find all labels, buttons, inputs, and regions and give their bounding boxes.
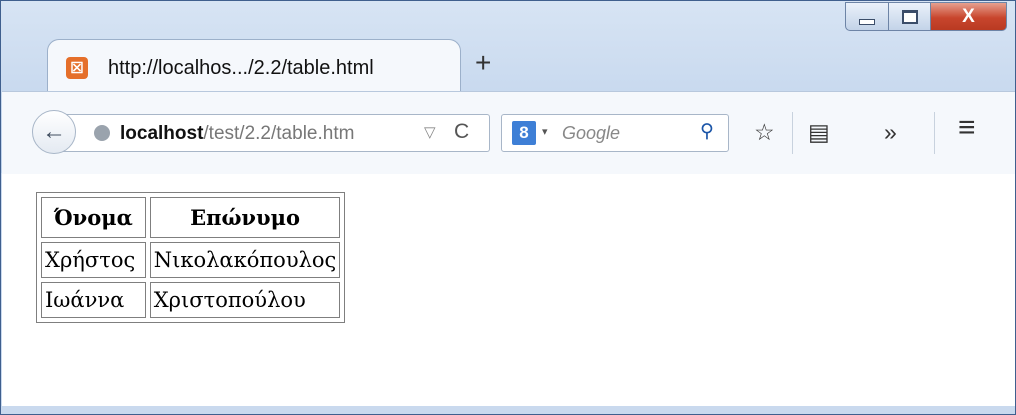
globe-icon bbox=[94, 125, 110, 141]
table-cell: Χριστοπούλου bbox=[149, 282, 341, 318]
reload-icon[interactable]: C bbox=[454, 120, 469, 144]
google-search-engine-icon[interactable]: 8 bbox=[512, 121, 536, 145]
close-button[interactable]: X bbox=[931, 2, 1007, 31]
bookmarks-menu-icon[interactable]: ▤ bbox=[808, 118, 830, 146]
tab-active[interactable]: ☒ http://localhos.../2.2/table.html bbox=[47, 39, 461, 91]
xampp-icon: ☒ bbox=[66, 57, 88, 79]
search-bar[interactable]: 8 ▾ Google ⚲ bbox=[501, 114, 729, 152]
tab-title: http://localhos.../2.2/table.html bbox=[108, 57, 374, 79]
back-button[interactable]: ← bbox=[32, 110, 76, 154]
table-cell: Νικολακόπουλος bbox=[149, 242, 341, 278]
overflow-chevron-icon[interactable]: » bbox=[884, 118, 897, 146]
navigation-toolbar: localhost/test/2.2/table.htm ▽ C ← 8 ▾ G… bbox=[2, 91, 1015, 175]
toolbar-divider bbox=[792, 112, 793, 154]
browser-window: X ☒ http://localhos.../2.2/table.html + … bbox=[0, 0, 1016, 415]
table-cell: Χρήστος bbox=[41, 242, 146, 278]
bookmark-star-icon[interactable]: ☆ bbox=[754, 118, 775, 146]
maximize-icon bbox=[901, 9, 918, 24]
search-placeholder: Google bbox=[562, 123, 621, 143]
window-bottom-border bbox=[1, 406, 1015, 414]
minimize-icon bbox=[859, 18, 875, 25]
new-tab-button[interactable]: + bbox=[475, 49, 491, 77]
table-row: Ιωάννα Χριστοπούλου bbox=[41, 282, 341, 318]
window-controls: X bbox=[845, 2, 1007, 33]
close-icon: X bbox=[962, 5, 975, 27]
table-row: Χρήστος Νικολακόπουλος bbox=[41, 242, 341, 278]
maximize-button[interactable] bbox=[889, 2, 931, 31]
hamburger-menu-icon[interactable]: ≡ bbox=[958, 113, 976, 143]
url-path: /test/2.2/table.htm bbox=[203, 123, 355, 144]
search-engine-dropdown-icon[interactable]: ▾ bbox=[542, 125, 548, 138]
minimize-button[interactable] bbox=[845, 2, 889, 31]
column-header: Όνομα bbox=[41, 197, 146, 238]
url-bar[interactable]: localhost/test/2.2/table.htm ▽ C bbox=[58, 114, 490, 152]
column-header: Επώνυμο bbox=[149, 197, 341, 238]
search-magnifier-icon[interactable]: ⚲ bbox=[700, 120, 714, 143]
toolbar-divider bbox=[934, 112, 935, 154]
back-arrow-icon: ← bbox=[42, 118, 66, 145]
history-dropdown-icon[interactable]: ▽ bbox=[424, 123, 436, 141]
page-content: Όνομα Επώνυμο Χρήστος Νικολακόπουλος Ιωά… bbox=[2, 174, 1015, 406]
table-header-row: Όνομα Επώνυμο bbox=[41, 197, 341, 238]
url-host: localhost bbox=[120, 123, 204, 144]
names-table: Όνομα Επώνυμο Χρήστος Νικολακόπουλος Ιωά… bbox=[36, 192, 346, 323]
url-text[interactable]: localhost/test/2.2/table.htm bbox=[120, 123, 354, 145]
table-cell: Ιωάννα bbox=[41, 282, 146, 318]
